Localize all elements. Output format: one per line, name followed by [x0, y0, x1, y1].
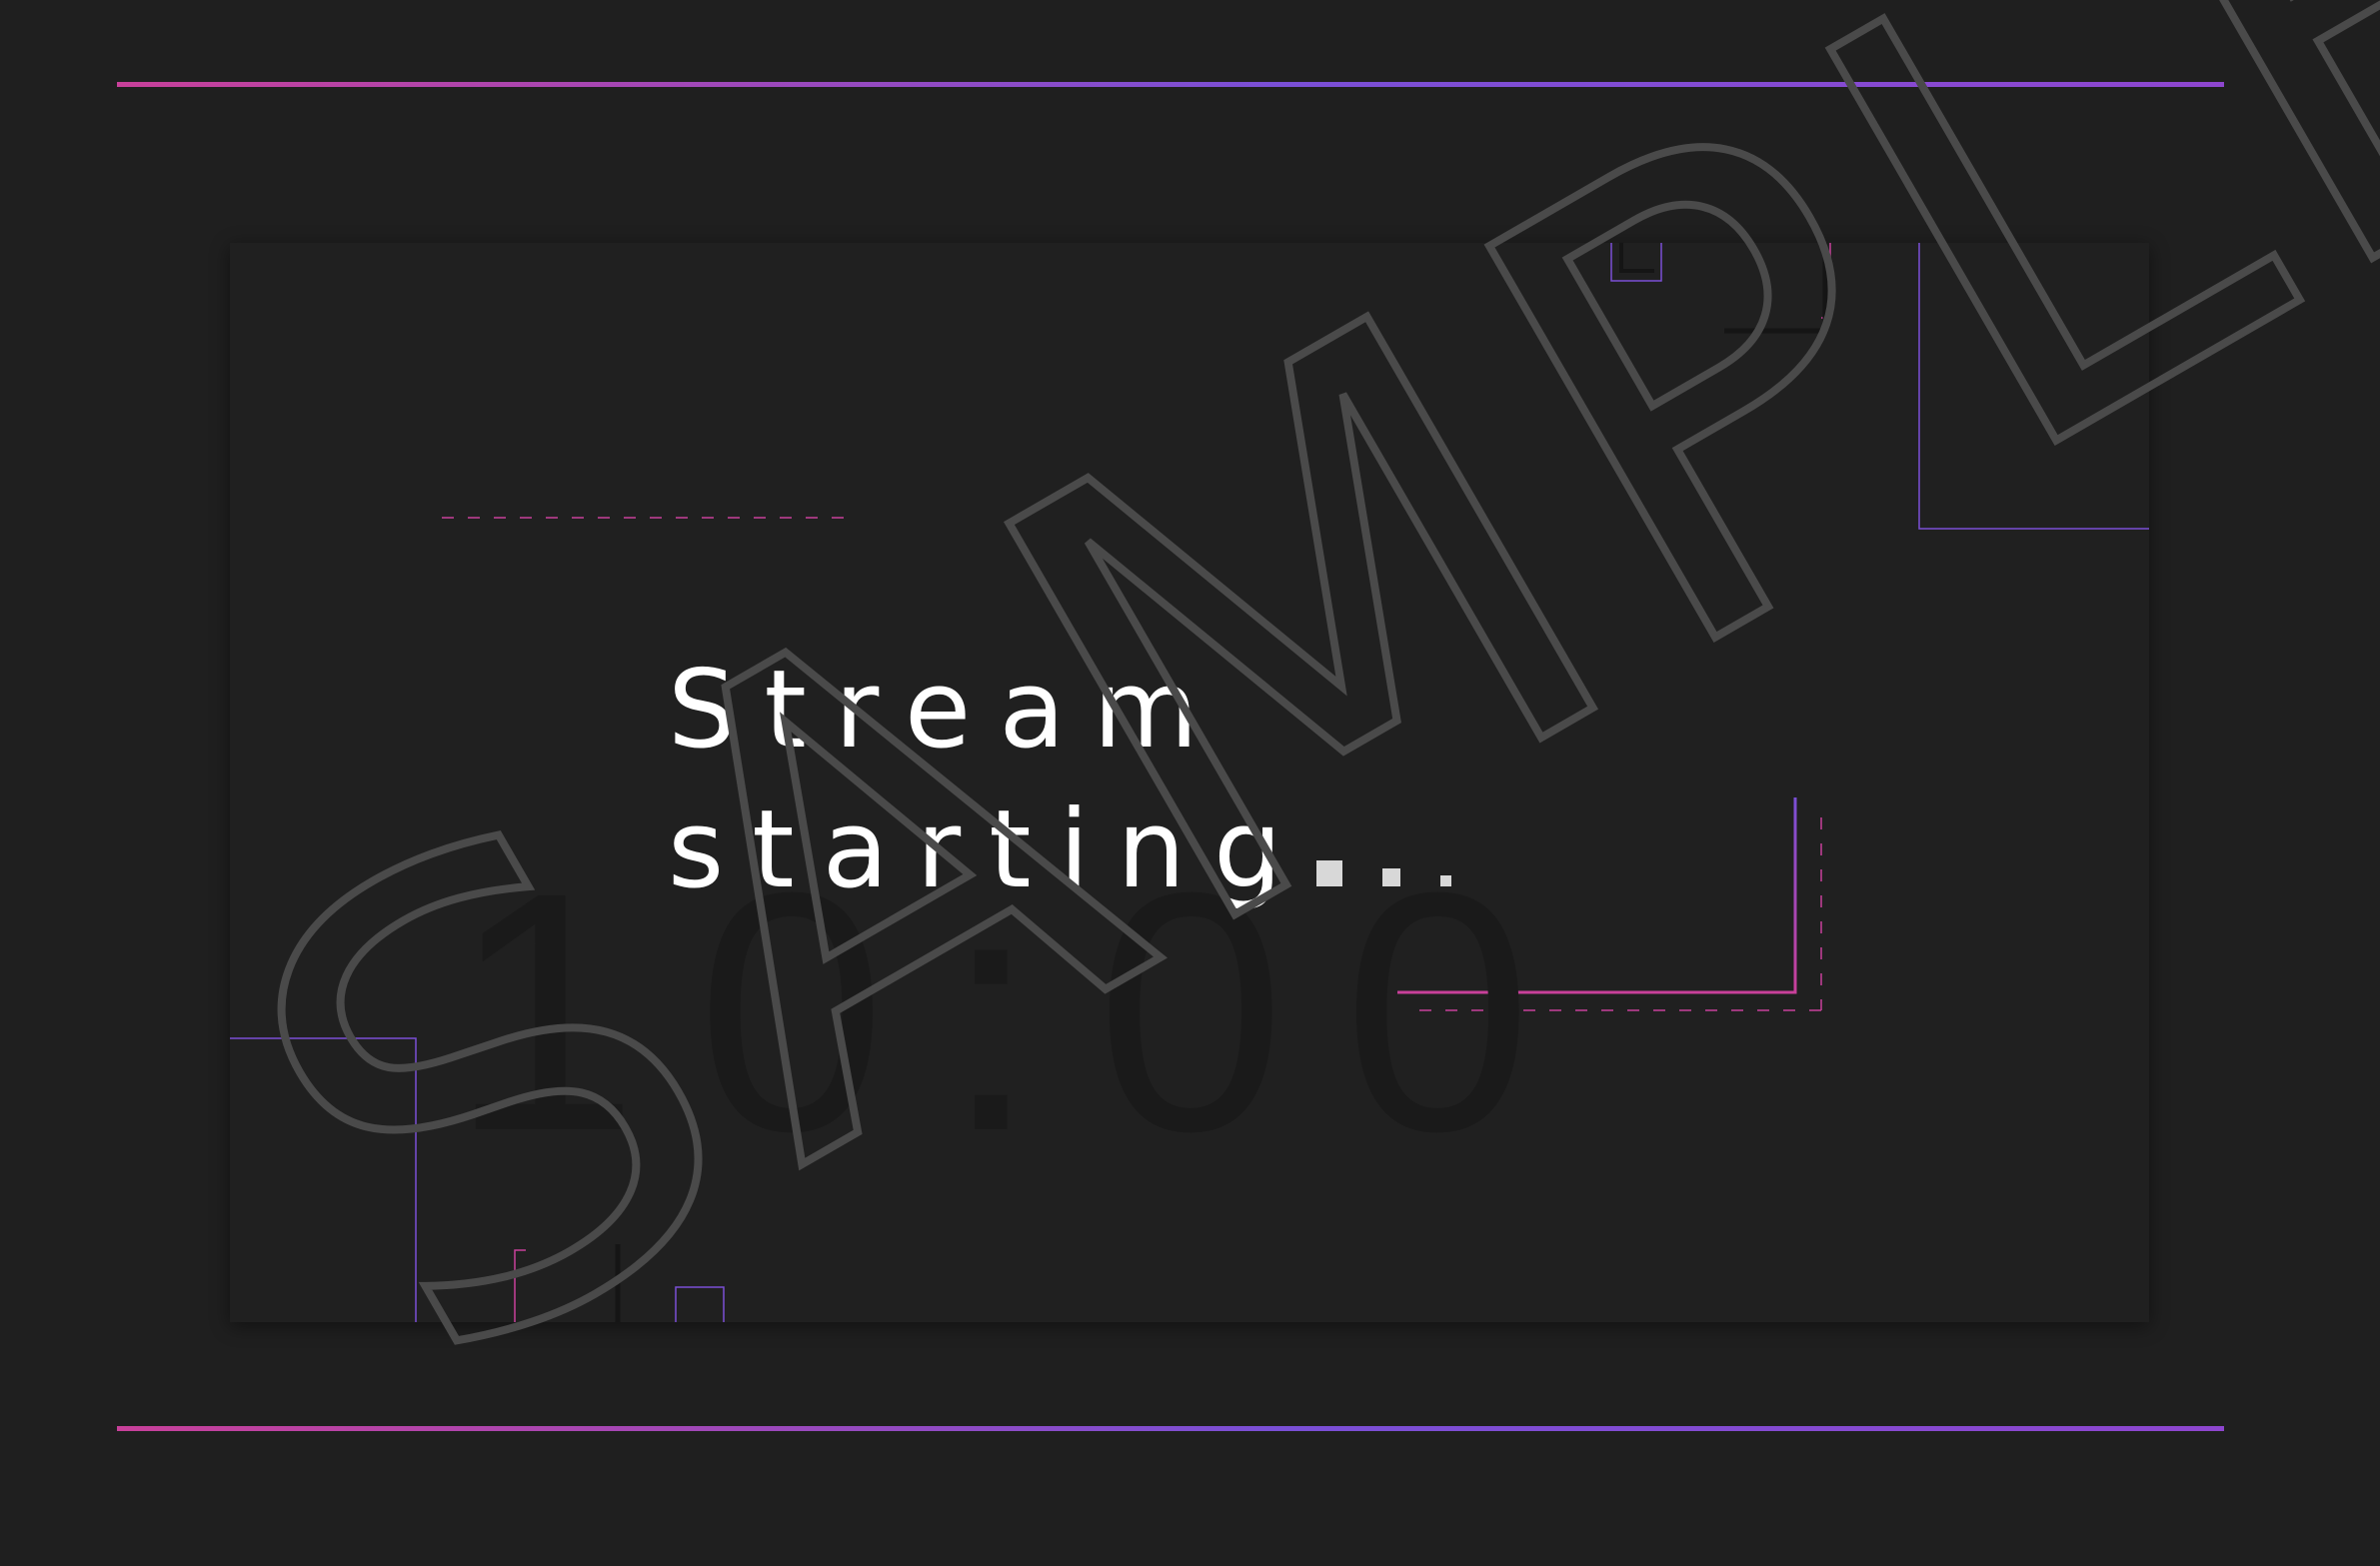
loading-dots [1315, 781, 1491, 920]
bottom-accent-rule [117, 1426, 2224, 1431]
stream-title: Stream starting [668, 641, 1491, 920]
loading-dot-large [1315, 860, 1342, 886]
top-accent-rule [117, 82, 2224, 87]
stream-overlay-scene: 10:00 Stream starting [230, 243, 2149, 1322]
title-line-2-text: starting [668, 787, 1310, 912]
title-line-1: Stream [668, 648, 1226, 773]
title-line-2: starting [668, 781, 1491, 920]
loading-dot-medium [1381, 868, 1400, 886]
loading-dot-small [1439, 875, 1451, 886]
